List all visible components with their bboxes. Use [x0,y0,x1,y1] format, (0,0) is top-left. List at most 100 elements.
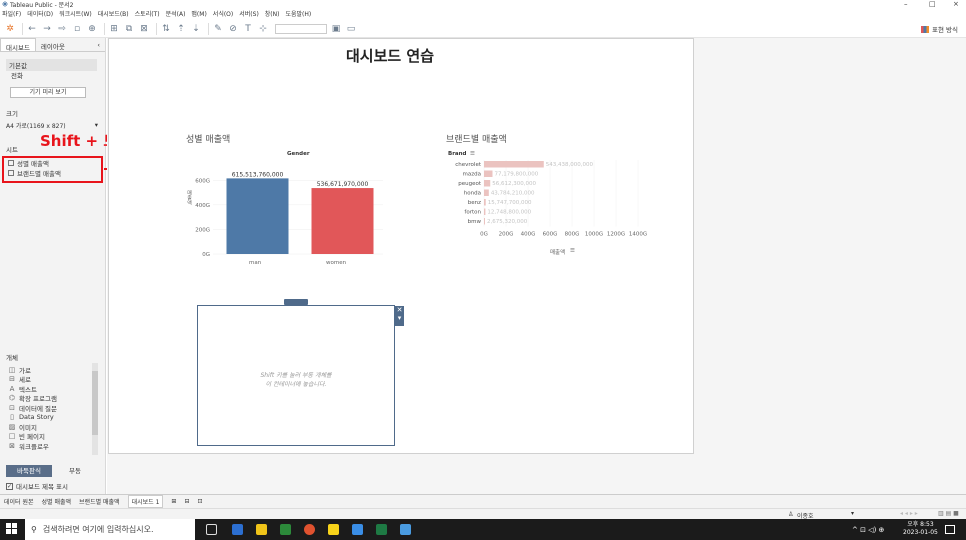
edge-icon[interactable] [352,524,363,535]
tab-gender-sales[interactable]: 성별 매출액 [42,497,72,506]
object-image[interactable]: ▨ 이미지 [8,422,92,432]
size-value: A4 가로(1169 x 827) [6,123,66,130]
replay-icon[interactable]: ⇨ [56,23,68,35]
menu-worksheet[interactable]: 워크시트(W) [59,9,92,18]
presentation-icon[interactable]: ▣ [330,23,342,35]
nav-arrows-icon[interactable]: ◂ ◂ ▸ ▸ [900,510,918,517]
device-preview-button[interactable]: 기기 미리 보기 [10,87,86,98]
sort-asc-icon[interactable]: ⇡ [175,23,187,35]
show-me-label: 표현 방식 [932,26,958,34]
pin-icon[interactable]: ⊹ [257,23,269,35]
scrollbar-thumb[interactable] [92,371,98,435]
highlight-icon[interactable]: ✎ [212,23,224,35]
show-title-checkbox[interactable]: ✓ 대시보드 제목 표시 [6,481,68,491]
menu-server[interactable]: 서버(S) [239,9,259,18]
tiled-option[interactable]: 바둑판식 [6,465,52,477]
labels-icon[interactable]: T [242,23,254,35]
objects-scrollbar[interactable] [92,363,98,455]
new-dashboard-icon[interactable]: ⊟ [184,498,189,505]
tableau-logo-icon [2,1,8,7]
tab-dashboard[interactable]: 대시보드 [0,38,36,52]
show-title-label: 대시보드 제목 표시 [16,483,68,491]
horizontal-icon: ◫ [8,365,16,374]
tab-dashboard-1[interactable]: 대시보드 1 [127,495,164,508]
kakaotalk-icon[interactable] [328,524,339,535]
task-view-icon[interactable] [206,524,217,535]
undo-icon[interactable]: ← [26,23,38,35]
file-explorer-icon[interactable] [256,524,267,535]
system-tray-icon[interactable]: ^ ⊡ ◁) ⊕ [852,526,884,534]
brand-sales-chart: 0G 200G 400G 600G 800G 1000G 1200G 1400G chevrol… [455,160,647,238]
app-icon[interactable] [400,524,411,535]
object-horizontal[interactable]: ◫ 가로 [8,365,92,375]
object-blank[interactable]: □ 빈 페이지 [8,432,92,441]
object-vertical[interactable]: ⊟ 세로 [8,375,92,384]
new-datasource-icon[interactable]: ⊕ [86,23,98,35]
blank-container[interactable]: Shift 키를 눌러 부동 개체를 이 컨테이너에 놓습니다. [197,305,395,446]
menu-story[interactable]: 스토리(T) [135,9,160,18]
toolbar-divider [104,22,105,35]
menu-window[interactable]: 창(N) [265,9,280,18]
maximize-button[interactable]: □ [929,0,936,8]
object-ask-data[interactable]: ⊡ 데이터에 질문 [8,403,92,413]
text-icon: A [9,384,15,393]
clear-sheet-icon[interactable]: ⊠ [138,23,150,35]
chart-header: Brand [448,151,467,157]
save-icon[interactable]: ▫ [71,23,83,35]
menu-data[interactable]: 데이터(D) [27,9,53,18]
sort-desc-icon[interactable]: ⇣ [190,23,202,35]
show-me-button[interactable]: 표현 방식 [921,24,958,34]
new-worksheet-icon[interactable]: ⊞ [171,498,176,505]
new-story-icon[interactable]: ⊡ [197,498,202,505]
redo-icon[interactable]: → [41,23,53,35]
minimize-button[interactable]: – [904,0,908,8]
clock[interactable]: 오후 8:53 2023-01-05 [903,521,938,537]
fit-select[interactable] [275,23,327,34]
tableau-home-icon[interactable]: ✲ [4,23,16,35]
device-phone[interactable]: 전화 [11,70,23,80]
category-label: mazda [463,172,481,178]
x-tick-label: 1400G [629,232,647,238]
notifications-icon[interactable] [945,525,955,534]
sort-icon[interactable]: ☰ [570,248,575,254]
close-icon[interactable]: ✕ [395,306,404,314]
tab-data-source[interactable]: 데이터 원본 [4,497,34,506]
search-icon: ⚲ [31,525,37,534]
size-select[interactable]: A4 가로(1169 x 827) ▾ [6,121,98,130]
tab-layout[interactable]: 레이아웃 [36,38,70,51]
close-button[interactable]: × [953,0,959,8]
object-extension[interactable]: ⌬ 확장 프로그램 [8,394,92,403]
chevron-down-icon[interactable]: ▾ [851,510,854,517]
object-data-story[interactable]: ▯ Data Story [8,413,92,423]
group-icon[interactable]: ⊘ [227,23,239,35]
duplicate-icon[interactable]: ⧉ [123,23,135,35]
sort-icon[interactable]: ☰ [470,151,475,157]
menu-format[interactable]: 서식(O) [213,9,233,18]
view-toggle-icon[interactable]: ▥ ▤ ■ [938,510,959,517]
store-icon[interactable] [280,524,291,535]
object-label: 가로 [19,366,31,375]
collapse-pane-icon[interactable]: ‹ [92,38,105,51]
object-text[interactable]: A 텍스트 [8,384,92,394]
menu-file[interactable]: 파일(F) [2,9,21,18]
objects-label: 개체 [6,354,18,362]
menu-dashboard[interactable]: 대시보드(B) [98,9,129,18]
windows-start-icon[interactable] [6,523,17,534]
chrome-icon[interactable] [304,524,315,535]
swap-icon[interactable]: ⇅ [160,23,172,35]
chevron-down-icon: ▾ [94,121,98,129]
object-workflow[interactable]: ⊠ 워크플로우 [8,441,92,451]
excel-icon[interactable] [376,524,387,535]
tableau-app-icon[interactable] [232,524,243,535]
tab-brand-sales[interactable]: 브랜드별 매출액 [79,497,120,506]
taskbar-search[interactable]: ⚲ 검색하려면 여기에 입력하십시오. [25,519,195,540]
floating-option[interactable]: 부동 [52,465,98,477]
share-icon[interactable]: ▭ [345,23,357,35]
menu-map[interactable]: 맵(M) [191,9,206,18]
menu-help[interactable]: 도움말(H) [285,9,311,18]
menu-analysis[interactable]: 분석(A) [166,9,186,18]
chevron-down-icon[interactable]: ▾ [395,314,404,322]
object-label: 이미지 [19,423,37,432]
new-worksheet-icon[interactable]: ⊞ [108,23,120,35]
sheets-label: 시트 [6,146,18,154]
